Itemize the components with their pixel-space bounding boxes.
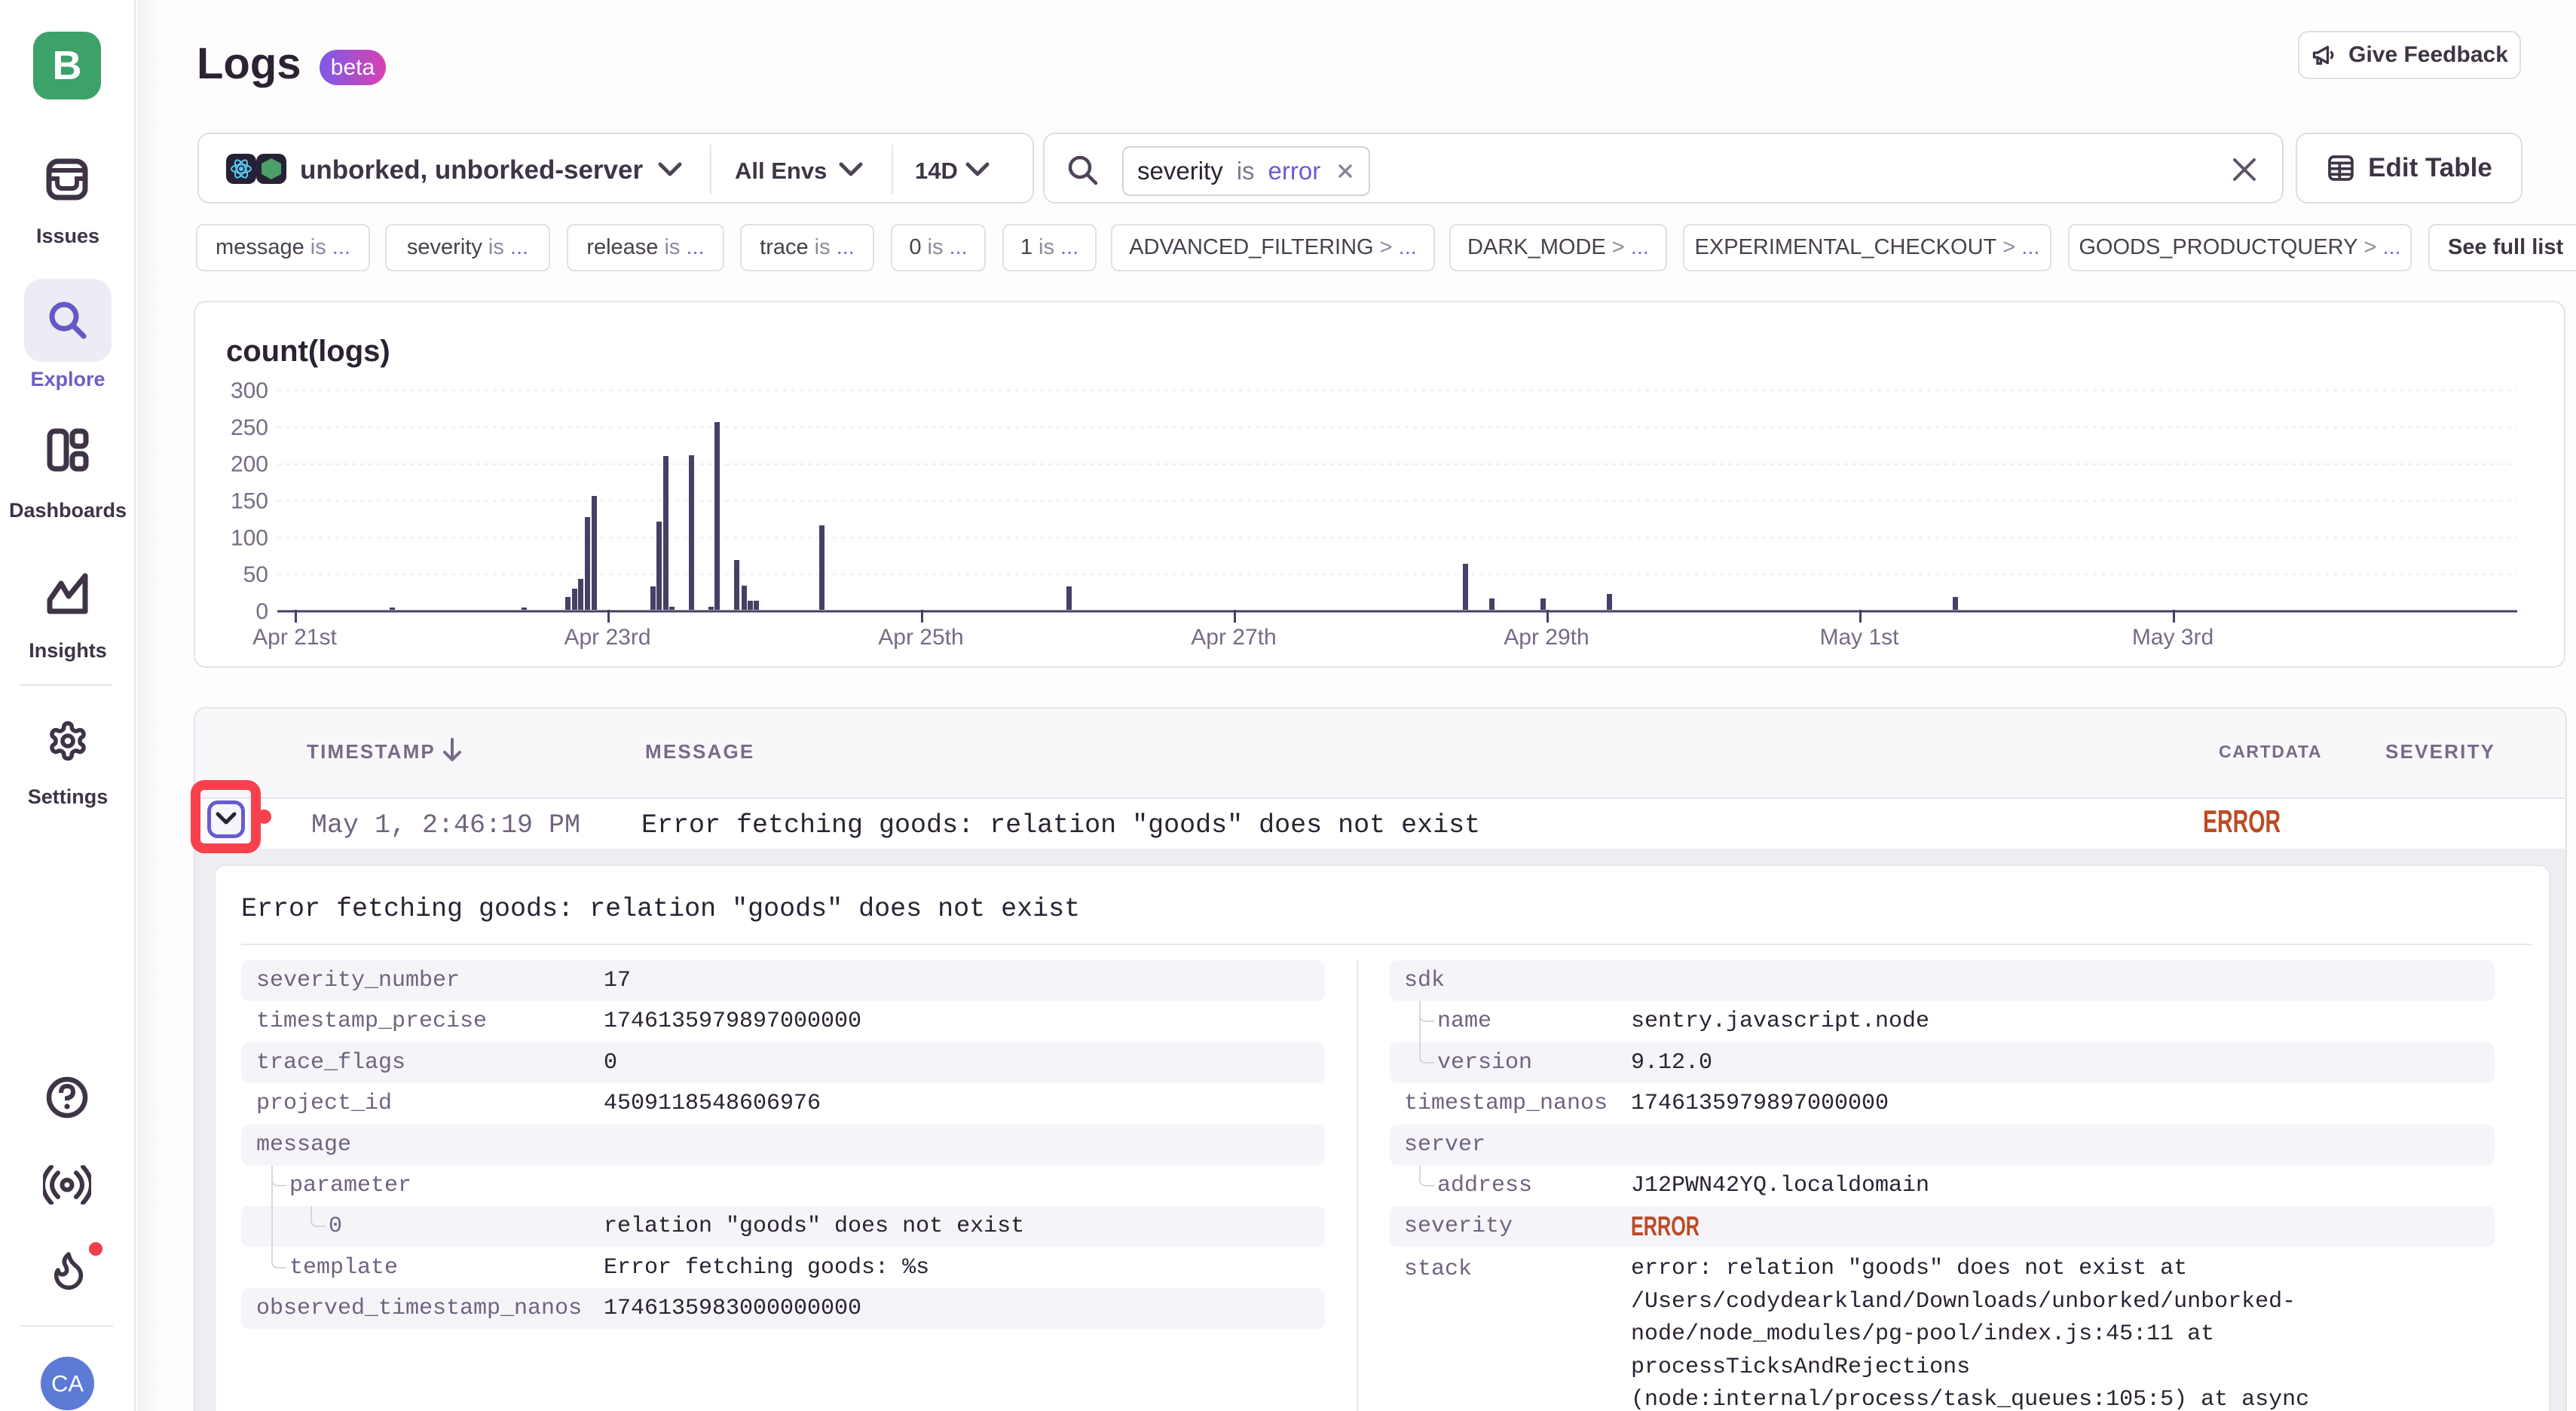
- svg-text:300: 300: [231, 378, 268, 403]
- svg-text:150: 150: [231, 489, 268, 514]
- svg-text:May 3rd: May 3rd: [2132, 625, 2213, 650]
- svg-text:250: 250: [231, 415, 268, 440]
- svg-text:50: 50: [243, 562, 268, 587]
- svg-text:May 1st: May 1st: [1819, 625, 1899, 650]
- svg-text:100: 100: [231, 525, 268, 550]
- svg-text:Apr 23rd: Apr 23rd: [564, 625, 650, 650]
- svg-text:Apr 21st: Apr 21st: [252, 625, 337, 650]
- svg-text:Apr 29th: Apr 29th: [1504, 625, 1589, 650]
- svg-text:Apr 25th: Apr 25th: [878, 625, 963, 650]
- svg-text:200: 200: [231, 452, 268, 477]
- svg-text:Apr 27th: Apr 27th: [1191, 625, 1276, 650]
- svg-text:0: 0: [255, 599, 268, 624]
